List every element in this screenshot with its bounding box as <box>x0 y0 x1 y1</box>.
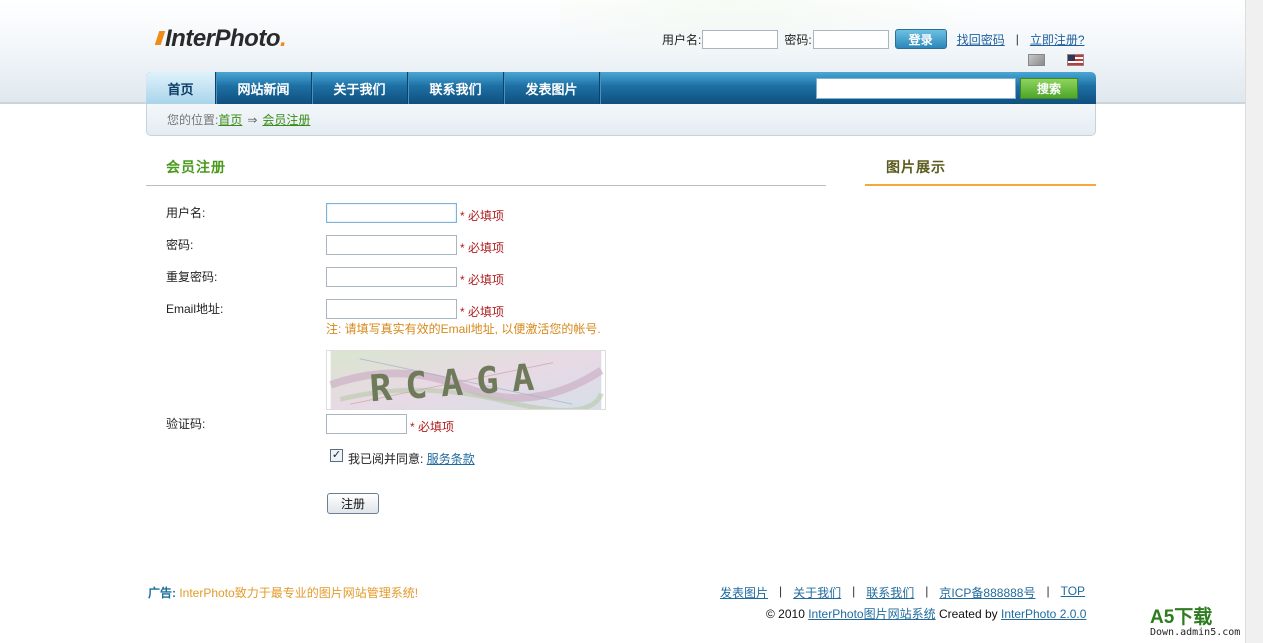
breadcrumb: 您的位置: 首页 ⇒ 会员注册 <box>146 104 1096 136</box>
captcha-field[interactable] <box>326 414 407 434</box>
title-divider <box>146 185 826 186</box>
footer-separator: | <box>1046 584 1050 598</box>
footer-link-top[interactable]: TOP <box>1061 584 1085 601</box>
copyright: © 2010 InterPhoto图片网站系统 Created by Inter… <box>766 605 1086 622</box>
footer-links: 发表图片 | 关于我们 | 联系我们 | 京ICP备888888号 | TOP <box>720 584 1085 601</box>
page-title: 会员注册 <box>166 159 226 175</box>
copyright-prefix: © 2010 <box>766 607 805 621</box>
password-label: 密码: <box>784 32 812 47</box>
confirm-password-field-label: 重复密码: <box>166 270 218 284</box>
created-by-label: Created by <box>938 607 998 621</box>
password-required: * 必填项 <box>460 241 505 255</box>
register-link[interactable]: 立即注册? <box>1030 31 1085 48</box>
login-password-input[interactable] <box>812 29 889 49</box>
breadcrumb-current[interactable]: 会员注册 <box>262 111 310 128</box>
vertical-scrollbar[interactable] <box>1245 0 1263 643</box>
breadcrumb-arrow-icon: ⇒ <box>247 112 258 127</box>
username-field[interactable] <box>326 203 457 223</box>
sidebar-title: 图片展示 <box>886 159 946 175</box>
footer-separator: | <box>852 584 856 598</box>
nav-item-upload[interactable]: 发表图片 <box>504 72 600 104</box>
watermark-domain: Down.admin5.com <box>1150 627 1241 638</box>
confirm-password-required: * 必填项 <box>460 273 505 287</box>
agree-text: 我已阅并同意: 服务条款 <box>348 450 475 467</box>
email-field[interactable] <box>326 299 457 319</box>
login-username-input[interactable] <box>702 29 779 49</box>
ad-label: 广告: <box>148 586 176 600</box>
logo-mark-icon <box>154 31 166 45</box>
language-cn-icon[interactable] <box>1028 54 1045 66</box>
language-en-icon[interactable] <box>1067 54 1084 66</box>
nav-item-news[interactable]: 网站新闻 <box>216 72 312 104</box>
sidebar-divider <box>865 184 1096 186</box>
search-input[interactable] <box>816 78 1016 99</box>
forgot-password-link[interactable]: 找回密码 <box>957 31 1005 48</box>
email-field-label: Email地址: <box>166 302 224 316</box>
captcha-required: * 必填项 <box>410 420 455 434</box>
system-link[interactable]: InterPhoto图片网站系统 <box>808 607 935 621</box>
email-required: * 必填项 <box>460 305 505 319</box>
password-field-label: 密码: <box>166 238 194 252</box>
agree-checkbox[interactable]: ✓ <box>330 449 343 462</box>
nav-item-contact[interactable]: 联系我们 <box>408 72 504 104</box>
footer-link-contact[interactable]: 联系我们 <box>866 584 914 601</box>
terms-link[interactable]: 服务条款 <box>427 452 475 466</box>
username-label: 用户名: <box>662 32 702 47</box>
footer-separator: | <box>925 584 929 598</box>
captcha-field-label: 验证码: <box>166 417 206 431</box>
nav-item-about[interactable]: 关于我们 <box>312 72 408 104</box>
password-field[interactable] <box>326 235 457 255</box>
search-button[interactable]: 搜索 <box>1020 78 1078 99</box>
footer-link-about[interactable]: 关于我们 <box>793 584 841 601</box>
footer-separator: | <box>779 584 783 598</box>
login-separator: | <box>1015 32 1019 46</box>
email-note: 注: 请填写真实有效的Email地址, 以便激活您的帐号. <box>326 322 601 336</box>
ad-text: InterPhoto致力于最专业的图片网站管理系统! <box>179 586 419 600</box>
footer-link-icp[interactable]: 京ICP备888888号 <box>939 584 1035 601</box>
breadcrumb-prefix: 您的位置: <box>167 113 219 127</box>
footer-link-upload[interactable]: 发表图片 <box>720 584 768 601</box>
register-submit-button[interactable]: 注册 <box>327 493 379 514</box>
username-field-label: 用户名: <box>166 206 206 220</box>
version-link[interactable]: InterPhoto 2.0.0 <box>1001 607 1086 621</box>
breadcrumb-home-link[interactable]: 首页 <box>218 111 242 128</box>
agree-label: 我已阅并同意: <box>348 452 424 466</box>
login-button[interactable]: 登录 <box>894 29 947 49</box>
login-bar: 用户名: 密码: 登录 找回密码 | 立即注册? <box>662 28 1085 50</box>
captcha-image[interactable]: RCAGA <box>326 350 606 410</box>
username-required: * 必填项 <box>460 209 505 223</box>
footer-ad: 广告: InterPhoto致力于最专业的图片网站管理系统! <box>148 584 418 601</box>
main-nav: 首页 网站新闻 关于我们 联系我们 发表图片 搜索 <box>146 72 1096 104</box>
nav-item-home[interactable]: 首页 <box>146 72 216 104</box>
confirm-password-field[interactable] <box>326 267 457 287</box>
site-logo[interactable]: InterPhoto. <box>154 25 287 53</box>
watermark-logo: A5下载 <box>1150 607 1213 628</box>
